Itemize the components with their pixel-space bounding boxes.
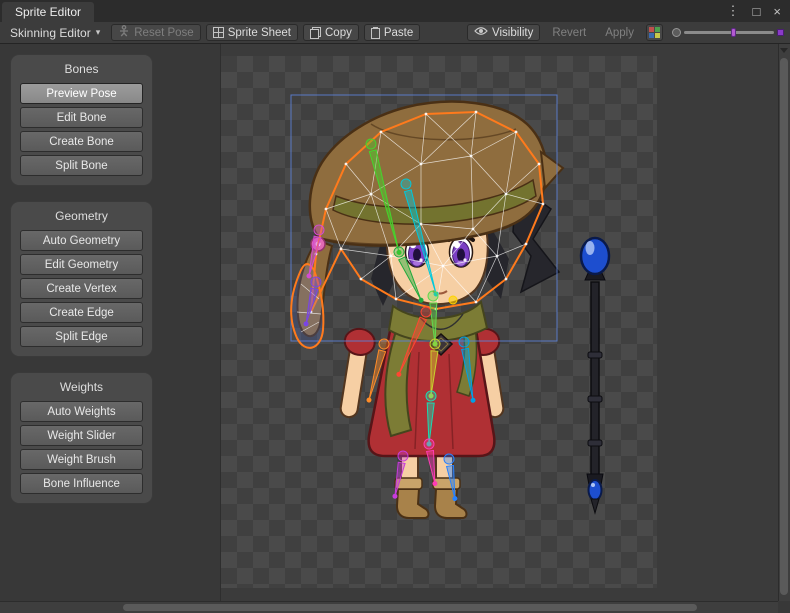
paste-button[interactable]: Paste (364, 24, 420, 41)
reset-pose-label: Reset Pose (134, 27, 193, 39)
slider-handle[interactable] (731, 28, 736, 37)
bone-influence-button[interactable]: Bone Influence (20, 473, 143, 494)
titlebar: Sprite Editor ⋮ □ × (0, 0, 790, 22)
color-settings-button[interactable] (646, 24, 663, 41)
tab-sprite-editor[interactable]: Sprite Editor (2, 2, 94, 22)
weight-slider-button[interactable]: Weight Slider (20, 425, 143, 446)
tab-title: Sprite Editor (15, 5, 81, 19)
create-bone-button[interactable]: Create Bone (20, 131, 143, 152)
canvas-overlay (221, 44, 778, 601)
chevron-down-icon: ▾ (96, 27, 101, 38)
revert-button[interactable]: Revert (545, 27, 593, 39)
slider-track[interactable] (684, 31, 774, 34)
paste-label: Paste (384, 27, 413, 39)
skinning-editor-dropdown[interactable]: Skinning Editor ▾ (4, 22, 106, 43)
visibility-label: Visibility (492, 27, 533, 39)
split-bone-button[interactable]: Split Bone (20, 155, 143, 176)
copy-label: Copy (325, 27, 352, 39)
visibility-button[interactable]: Visibility (467, 24, 540, 41)
horizontal-scrollbar-thumb[interactable] (123, 604, 697, 611)
reset-pose-button[interactable]: Reset Pose (111, 24, 200, 41)
scrollbar-corner (778, 601, 790, 613)
create-vertex-button[interactable]: Create Vertex (20, 278, 143, 299)
panel-title-bones: Bones (20, 59, 143, 80)
close-icon[interactable]: × (773, 4, 781, 19)
preview-pose-button[interactable]: Preview Pose (20, 83, 143, 104)
create-edge-button[interactable]: Create Edge (20, 302, 143, 323)
auto-weights-button[interactable]: Auto Weights (20, 401, 143, 422)
bone-joint[interactable] (449, 296, 457, 304)
eye-icon (474, 26, 488, 39)
kebab-menu-icon[interactable]: ⋮ (727, 3, 740, 19)
vertical-scrollbar-thumb[interactable] (780, 58, 788, 595)
window-controls: ⋮ □ × (727, 0, 790, 22)
split-edge-button[interactable]: Split Edge (20, 326, 143, 347)
bones-panel: Bones Preview Pose Edit Bone Create Bone… (10, 54, 153, 186)
toolbar: Skinning Editor ▾ Reset Pose Sprite Shee… (0, 22, 790, 44)
weights-panel: Weights Auto Weights Weight Slider Weigh… (10, 372, 153, 504)
sprite-canvas[interactable] (220, 44, 778, 601)
paste-icon (371, 28, 380, 39)
zoom-slider[interactable] (672, 28, 784, 37)
edit-bone-button[interactable]: Edit Bone (20, 107, 143, 128)
scroll-arrow-icon[interactable] (780, 48, 788, 53)
color-grid-icon (649, 27, 660, 38)
sprite-sheet-label: Sprite Sheet (228, 27, 291, 39)
vertical-scrollbar[interactable] (778, 44, 790, 601)
staff-sprite (581, 238, 609, 513)
slider-knob-icon[interactable] (672, 28, 681, 37)
panel-title-weights: Weights (20, 377, 143, 398)
slider-color-swatch[interactable] (777, 29, 784, 36)
auto-geometry-button[interactable]: Auto Geometry (20, 230, 143, 251)
tool-sidebar: Bones Preview Pose Edit Bone Create Bone… (0, 44, 220, 601)
panel-title-geometry: Geometry (20, 206, 143, 227)
geometry-panel: Geometry Auto Geometry Edit Geometry Cre… (10, 201, 153, 357)
reset-pose-icon (118, 25, 130, 40)
horizontal-scrollbar[interactable] (0, 601, 778, 613)
sprite-sheet-icon (213, 27, 224, 38)
edit-geometry-button[interactable]: Edit Geometry (20, 254, 143, 275)
copy-button[interactable]: Copy (303, 24, 359, 41)
mode-label: Skinning Editor (10, 26, 91, 40)
weight-brush-button[interactable]: Weight Brush (20, 449, 143, 470)
apply-button[interactable]: Apply (598, 27, 641, 39)
sprite-sheet-button[interactable]: Sprite Sheet (206, 24, 298, 41)
maximize-icon[interactable]: □ (753, 4, 761, 19)
copy-icon (310, 27, 321, 39)
